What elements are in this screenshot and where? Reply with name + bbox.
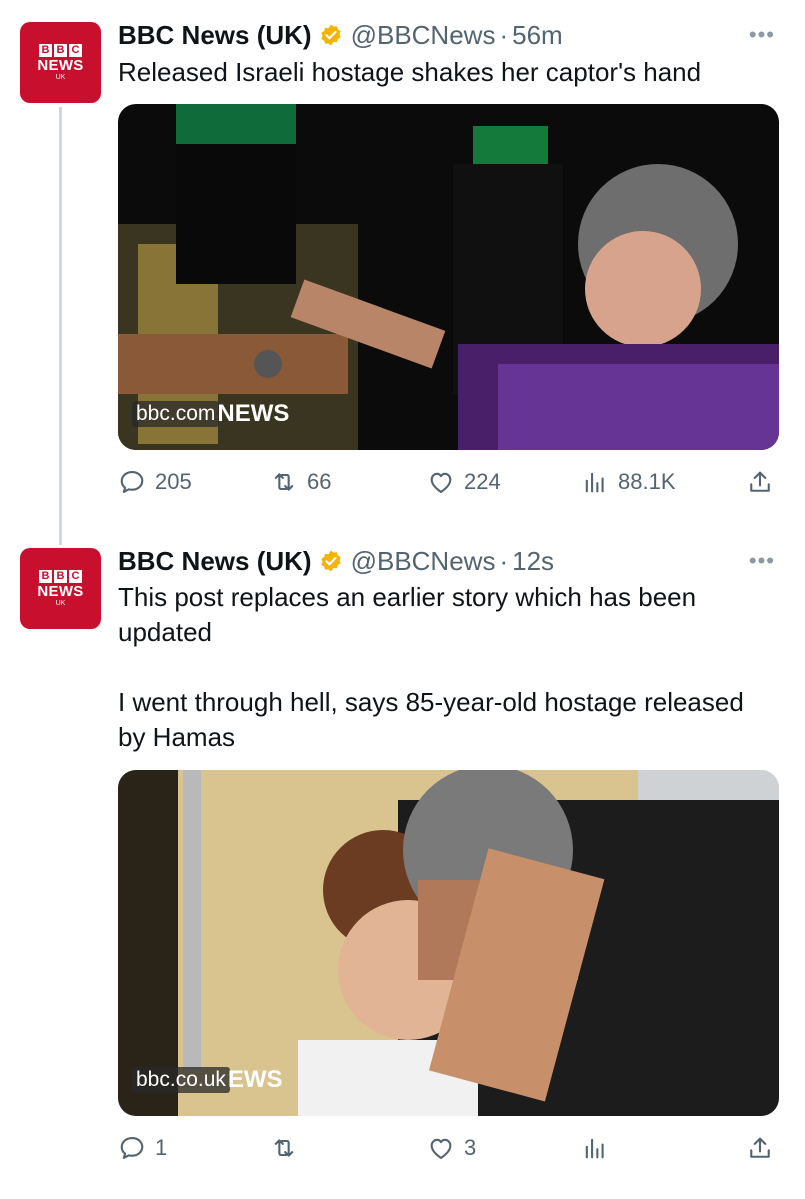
verified-badge-icon: [319, 23, 343, 47]
image-watermark: bbc.co.uk EWS: [132, 1066, 283, 1094]
more-icon[interactable]: •••: [749, 22, 775, 48]
tweet-1[interactable]: B B C NEWS UK BBC News (UK) @BBCNews · 5…: [0, 0, 805, 540]
share-icon: [750, 1137, 770, 1158]
bbc-logo: B B C: [39, 569, 82, 583]
share-button[interactable]: [746, 1130, 783, 1166]
views-icon: [585, 1138, 604, 1159]
avatar-word: NEWS: [37, 582, 84, 600]
avatar-region: UK: [55, 599, 66, 607]
like-icon: [430, 1138, 452, 1159]
tweet-actions: 1 3: [118, 1130, 780, 1166]
like-count: 224: [464, 469, 501, 494]
avatar[interactable]: B B C NEWS UK: [20, 22, 101, 103]
like-icon: [430, 472, 452, 493]
reply-count: 205: [155, 469, 192, 494]
like-button[interactable]: 224: [427, 464, 501, 500]
author-handle[interactable]: @BBCNews: [351, 20, 496, 51]
avatar-region: UK: [55, 73, 66, 81]
bbc-logo: B B C: [39, 43, 82, 57]
like-count: 3: [464, 1135, 477, 1160]
author-name[interactable]: BBC News (UK): [118, 20, 312, 51]
views-count: 88.1K: [618, 469, 676, 494]
tweet-header: BBC News (UK) @BBCNews · 56m: [118, 18, 563, 52]
retweet-button[interactable]: [270, 1130, 307, 1166]
more-icon[interactable]: •••: [749, 548, 775, 574]
verified-badge-icon: [319, 549, 343, 573]
retweet-button[interactable]: 66: [270, 464, 331, 500]
reply-icon: [120, 1137, 144, 1159]
author-handle[interactable]: @BBCNews: [351, 546, 496, 577]
reply-count: 1: [155, 1135, 168, 1160]
views-icon: [585, 472, 604, 493]
reply-button[interactable]: 205: [118, 464, 192, 500]
watermark-brand: NEWS: [217, 400, 290, 427]
image-watermark: bbc.com NEWS: [132, 400, 289, 428]
views-button[interactable]: 88.1K: [581, 464, 676, 500]
tweet-image[interactable]: bbc.co.uk EWS: [118, 770, 779, 1116]
tweet-header: BBC News (UK) @BBCNews · 12s: [118, 544, 554, 578]
timestamp[interactable]: 56m: [512, 20, 563, 51]
watermark-brand: EWS: [227, 1066, 283, 1093]
separator-dot: ·: [499, 545, 509, 576]
reply-icon: [120, 471, 144, 493]
share-button[interactable]: [746, 464, 783, 500]
author-name[interactable]: BBC News (UK): [118, 546, 312, 577]
share-icon: [750, 471, 770, 492]
retweet-count: 66: [307, 469, 332, 494]
hostage-handshake-photo: [118, 104, 779, 450]
avatar[interactable]: B B C NEWS UK: [20, 548, 101, 629]
retweet-icon: [274, 473, 294, 491]
like-button[interactable]: 3: [427, 1130, 476, 1166]
separator-dot: ·: [499, 19, 509, 50]
tweet-actions: 205 66 224 88.1K: [118, 464, 780, 500]
watermark-url: bbc.co.uk: [132, 1067, 230, 1093]
tweet-2[interactable]: B B C NEWS UK BBC News (UK) @BBCNews · 1…: [0, 540, 805, 1199]
thread-connector-line: [59, 107, 62, 545]
retweet-icon: [274, 1139, 294, 1157]
timestamp[interactable]: 12s: [512, 546, 554, 577]
hostage-embrace-photo: [118, 770, 779, 1116]
tweet-text: Released Israeli hostage shakes her capt…: [118, 57, 702, 87]
tweet-image[interactable]: bbc.com NEWS: [118, 104, 779, 450]
avatar-word: NEWS: [37, 56, 84, 74]
watermark-url: bbc.com: [132, 401, 220, 427]
reply-button[interactable]: 1: [118, 1130, 167, 1166]
views-button[interactable]: [581, 1130, 618, 1166]
tweet-text: This post replaces an earlier story whic…: [118, 582, 744, 752]
